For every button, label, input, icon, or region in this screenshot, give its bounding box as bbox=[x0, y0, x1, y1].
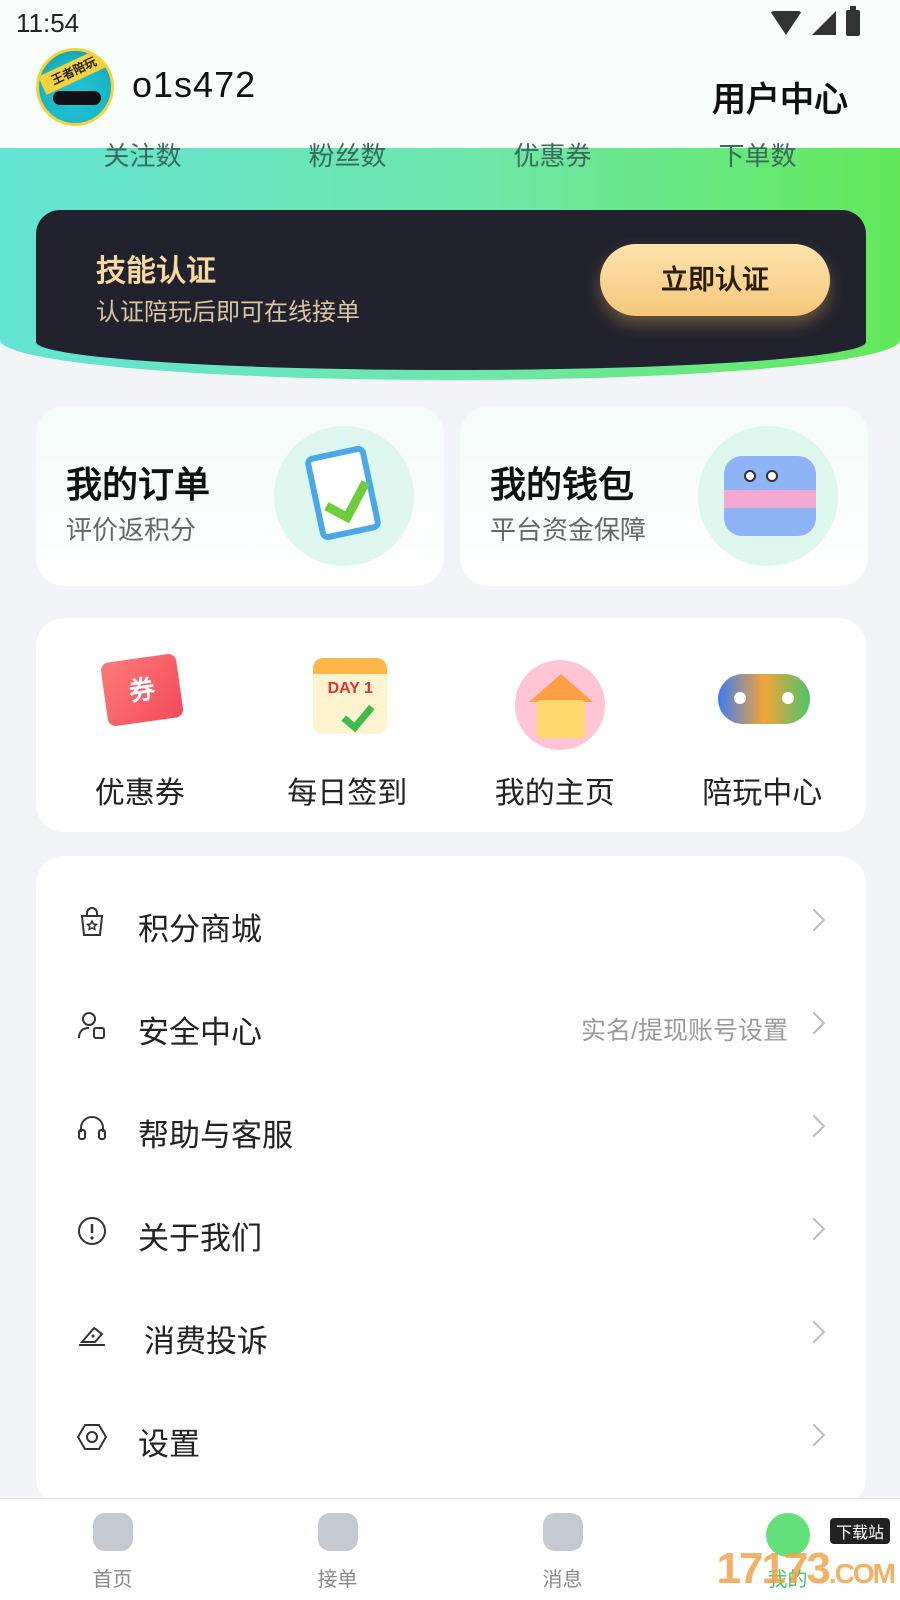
certify-now-button[interactable]: 立即认证 bbox=[600, 244, 830, 316]
shopping-bag-icon bbox=[80, 907, 104, 936]
menu-label: 设置 bbox=[138, 1427, 200, 1462]
menu-hint: 实名/提现账号设置 bbox=[581, 1017, 788, 1045]
my-wallet-subtitle: 平台资金保障 bbox=[490, 515, 647, 545]
signal-icon bbox=[812, 11, 836, 35]
menu-item-settings[interactable]: 设置 bbox=[36, 1387, 866, 1487]
menu-label: 消费投诉 bbox=[144, 1324, 268, 1359]
complaint-icon bbox=[79, 1326, 105, 1346]
menu-item-security-center[interactable]: 安全中心 实名/提现账号设置 bbox=[36, 975, 866, 1075]
wallet-strap-shape bbox=[724, 490, 816, 508]
avatar[interactable]: 王者陪玩 bbox=[36, 48, 114, 126]
tab-home[interactable]: 首页 bbox=[0, 1499, 225, 1600]
gamepad-icon bbox=[712, 640, 812, 750]
watermark-text: 17173 bbox=[716, 1544, 831, 1593]
menu-label: 安全中心 bbox=[138, 1015, 262, 1050]
skill-certification-card: 技能认证 认证陪玩后即可在线接单 立即认证 bbox=[36, 210, 866, 370]
wallet-eye-shape bbox=[766, 470, 778, 482]
clipboard-shape bbox=[303, 444, 383, 542]
house-icon bbox=[505, 640, 605, 750]
chevron-right-icon bbox=[802, 1114, 826, 1138]
check-mark-shape bbox=[324, 471, 370, 524]
quick-actions-panel: 券 优惠券 DAY 1 每日签到 我的主页 陪玩中心 bbox=[36, 618, 866, 832]
skill-card-subtitle: 认证陪玩后即可在线接单 bbox=[96, 299, 360, 326]
gamepad-button-shape bbox=[782, 692, 795, 704]
house-roof-shape bbox=[528, 674, 593, 702]
quick-action-label: 每日签到 bbox=[287, 777, 408, 810]
coupon-icon: 券 bbox=[90, 640, 190, 750]
username[interactable]: o1s472 bbox=[132, 64, 256, 106]
menu-label: 积分商城 bbox=[138, 912, 262, 947]
avatar-glasses-graphic bbox=[53, 91, 101, 105]
tab-label: 接单 bbox=[317, 1569, 358, 1591]
menu-item-about-us[interactable]: 关于我们 bbox=[36, 1181, 866, 1281]
quick-action-my-homepage[interactable]: 我的主页 bbox=[451, 618, 659, 832]
home-icon bbox=[92, 1513, 133, 1551]
chevron-right-icon bbox=[802, 908, 826, 932]
cloud-heart-icon bbox=[317, 1513, 358, 1551]
status-icons bbox=[770, 6, 860, 36]
tab-label: 首页 bbox=[92, 1569, 133, 1591]
wallet-shape bbox=[724, 456, 816, 536]
house-bg-shape bbox=[514, 660, 605, 750]
my-wallet-card[interactable]: 我的钱包 平台资金保障 bbox=[460, 406, 868, 586]
menu-label: 关于我们 bbox=[138, 1221, 262, 1256]
quick-action-label: 我的主页 bbox=[494, 777, 615, 810]
tab-label: 消息 bbox=[542, 1569, 583, 1591]
chevron-right-icon bbox=[802, 1320, 826, 1344]
stats-row: 关注数 粉丝数 优惠券 下单数 bbox=[40, 136, 860, 176]
house-body-shape bbox=[536, 700, 585, 738]
my-orders-title: 我的订单 bbox=[66, 464, 211, 505]
wifi-icon bbox=[770, 11, 802, 35]
stat-coupons[interactable]: 优惠券 bbox=[450, 136, 655, 176]
user-id-icon bbox=[78, 1012, 105, 1039]
watermark-sub: 下载站 bbox=[829, 1518, 890, 1544]
menu-item-help-support[interactable]: 帮助与客服 bbox=[36, 1078, 866, 1178]
tab-messages[interactable]: 消息 bbox=[450, 1499, 675, 1600]
wallet-eye-shape bbox=[744, 470, 756, 482]
menu-item-consumer-complaint[interactable]: 消费投诉 bbox=[36, 1284, 866, 1384]
page-title: 用户中心 bbox=[712, 81, 848, 119]
menu-label: 帮助与客服 bbox=[138, 1118, 293, 1153]
wallet-icon bbox=[698, 426, 838, 566]
quick-action-companion-center[interactable]: 陪玩中心 bbox=[659, 618, 867, 832]
settings-hex-icon bbox=[76, 1424, 108, 1450]
my-orders-subtitle: 评价返积分 bbox=[66, 515, 197, 545]
gamepad-shape bbox=[718, 674, 811, 724]
calendar-checkin-icon: DAY 1 bbox=[297, 640, 397, 750]
status-time: 11:54 bbox=[16, 8, 80, 38]
skill-card-title: 技能认证 bbox=[96, 255, 216, 288]
tab-take-orders[interactable]: 接单 bbox=[225, 1499, 450, 1600]
coupon-glyph: 券 bbox=[99, 653, 184, 727]
stat-orders[interactable]: 下单数 bbox=[655, 136, 860, 176]
watermark-logo: 17173.COM bbox=[716, 1544, 896, 1594]
info-exclamation-icon bbox=[78, 1217, 106, 1245]
chevron-right-icon bbox=[802, 1423, 826, 1447]
stat-fans[interactable]: 粉丝数 bbox=[245, 136, 450, 176]
watermark-domain: .COM bbox=[828, 1558, 896, 1589]
quick-action-coupons[interactable]: 券 优惠券 bbox=[36, 618, 244, 832]
settings-menu-panel: 积分商城 安全中心 实名/提现账号设置 帮助与客服 关于我们 消费投诉 设置 bbox=[36, 856, 866, 1506]
my-wallet-title: 我的钱包 bbox=[490, 464, 635, 505]
quick-action-label: 优惠券 bbox=[94, 777, 185, 810]
my-orders-card[interactable]: 我的订单 评价返积分 bbox=[36, 406, 444, 586]
stat-following[interactable]: 关注数 bbox=[40, 136, 245, 176]
menu-item-points-mall[interactable]: 积分商城 bbox=[36, 872, 866, 972]
quick-action-daily-checkin[interactable]: DAY 1 每日签到 bbox=[244, 618, 452, 832]
quick-action-label: 陪玩中心 bbox=[702, 777, 823, 810]
battery-icon bbox=[846, 6, 860, 36]
gamepad-button-shape bbox=[734, 692, 747, 704]
chevron-right-icon bbox=[802, 1217, 826, 1241]
clipboard-check-icon bbox=[274, 426, 414, 566]
chevron-right-icon bbox=[802, 1011, 826, 1035]
headset-icon bbox=[78, 1116, 106, 1140]
message-icon bbox=[542, 1513, 583, 1551]
